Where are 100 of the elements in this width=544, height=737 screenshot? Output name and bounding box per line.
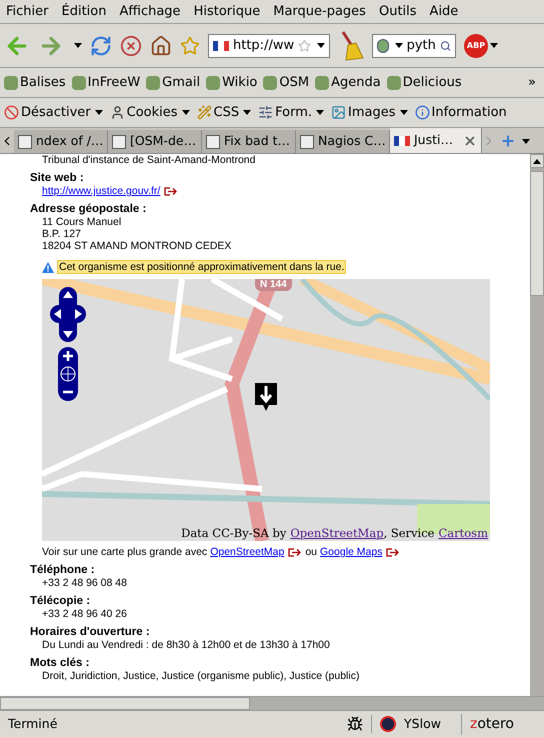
- gauge-icon: [380, 716, 396, 732]
- bug-icon[interactable]: [347, 716, 364, 732]
- vertical-scrollbar[interactable]: [530, 154, 544, 696]
- toolbar-icon: [331, 105, 346, 120]
- field-label: Horaires d'ouverture :: [30, 625, 151, 639]
- toolbar-icon: [414, 105, 430, 120]
- menu-item[interactable]: Marque-pages: [273, 2, 366, 22]
- attribution-link[interactable]: Cartosm: [438, 527, 488, 539]
- home-icon[interactable]: [150, 34, 172, 56]
- attribution-text: Data CC-By-SA by: [181, 527, 286, 539]
- bookmark-item[interactable]: InFreeW: [72, 72, 140, 92]
- bookmark-star-icon[interactable]: [180, 36, 200, 56]
- favicon-icon: [206, 134, 220, 148]
- toolbar-menu[interactable]: Désactiver: [4, 102, 103, 122]
- favicon-icon: [146, 76, 160, 90]
- address-line: B.P. 127: [41, 228, 82, 240]
- openstreetmap-link[interactable]: OpenStreetMap: [210, 546, 284, 558]
- star-icon[interactable]: [298, 38, 311, 52]
- caret-icon: [317, 43, 325, 48]
- zoom-control-icon[interactable]: [58, 347, 78, 401]
- toolbar-menu[interactable]: Images: [331, 102, 408, 122]
- menu-item[interactable]: Édition: [62, 2, 106, 22]
- status-text: Terminé: [7, 714, 58, 733]
- field-label: Adresse géopostale :: [30, 202, 148, 216]
- bookmark-item[interactable]: Agenda: [315, 72, 381, 92]
- browser-tab[interactable]: ndex of /…: [14, 130, 108, 153]
- close-tab-icon[interactable]: [463, 134, 477, 148]
- attribution-link[interactable]: OpenStreetMap: [290, 527, 384, 539]
- external-link-icon: [288, 548, 302, 556]
- google-maps-link[interactable]: Google Maps: [320, 546, 382, 558]
- caret-icon: [490, 43, 498, 48]
- page-text: ou: [305, 546, 318, 558]
- browser-tab[interactable]: Fix bad t…: [202, 130, 296, 153]
- browser-tab[interactable]: [OSM-de…: [108, 130, 202, 153]
- favicon-icon: [18, 134, 32, 148]
- page-text: Tribunal d'instance de Saint-Amand-Montrond: [41, 154, 256, 166]
- bookmark-item[interactable]: Wikio: [206, 72, 258, 92]
- stop-icon[interactable]: [120, 34, 142, 56]
- pan-control-icon[interactable]: [50, 287, 86, 342]
- menu-item[interactable]: Aide: [430, 2, 458, 22]
- horizontal-scrollbar[interactable]: [0, 696, 544, 710]
- caret-icon: [522, 138, 530, 144]
- reload-icon[interactable]: [90, 34, 112, 56]
- field-value: +33 2 48 96 40 26: [41, 608, 128, 620]
- search-icon[interactable]: [440, 38, 451, 52]
- flag-icon: [213, 40, 229, 50]
- caret-icon: [74, 43, 82, 48]
- scrollbar-thumb[interactable]: [530, 171, 544, 296]
- favicon-icon: [386, 76, 401, 90]
- field-label: Télécopie :: [30, 594, 92, 608]
- field-label: Téléphone :: [30, 563, 96, 577]
- toolbar-icon: [110, 105, 125, 120]
- scroll-up-button[interactable]: [530, 154, 544, 168]
- bookmark-item[interactable]: Delicious: [386, 72, 462, 92]
- overflow-chevron[interactable]: »: [528, 72, 540, 92]
- search-field[interactable]: pyth: [372, 34, 456, 58]
- toolbar-menu[interactable]: Information: [414, 102, 507, 122]
- menu-item[interactable]: Historique: [194, 2, 260, 22]
- favicon-icon: [315, 76, 330, 90]
- bookmark-item[interactable]: Balises: [4, 72, 66, 92]
- new-tab-icon[interactable]: [500, 132, 516, 148]
- field-label: Mots clés :: [30, 656, 90, 670]
- field-label: Site web :: [30, 171, 85, 185]
- road-shield: N 144: [255, 279, 292, 291]
- favicon-icon: [263, 76, 278, 90]
- zotero-button[interactable]: zotero: [460, 714, 522, 734]
- url-field[interactable]: http://ww: [208, 34, 330, 58]
- page-text: Voir sur une carte plus grande avec: [42, 546, 208, 558]
- toolbar-menu[interactable]: Form.: [258, 102, 324, 122]
- website-link[interactable]: http://www.justice.gouv.fr/: [42, 185, 160, 197]
- menu-item[interactable]: Outils: [378, 2, 417, 22]
- bookmark-item[interactable]: Gmail: [146, 72, 200, 92]
- flag-icon: [394, 136, 410, 146]
- browser-tab[interactable]: Nagios C…: [296, 130, 390, 153]
- toolbar-menu[interactable]: Cookies: [110, 102, 190, 122]
- location-marker-icon: [255, 383, 277, 411]
- address-line: 18204 ST AMAND MONTROND CEDEX: [41, 240, 232, 252]
- scrollbar-thumb[interactable]: [0, 697, 250, 710]
- menu-item[interactable]: Affichage: [119, 2, 181, 22]
- search-engine-icon[interactable]: [377, 38, 389, 52]
- menu-item[interactable]: Fichier: [6, 2, 48, 22]
- notice-text: Cet organisme est positionné approximativement dans la rue.: [57, 260, 346, 274]
- bookmark-item[interactable]: OSM: [263, 72, 310, 92]
- caret-icon: [394, 43, 403, 48]
- favicon-icon: [112, 134, 126, 148]
- field-value: +33 2 48 96 08 48: [41, 577, 128, 589]
- favicon-icon: [300, 134, 314, 148]
- external-link-icon: [164, 186, 178, 196]
- external-link-icon: [386, 548, 400, 556]
- yslow-button[interactable]: YSlow: [371, 714, 449, 734]
- attribution-text: , Service: [384, 527, 434, 539]
- warning-icon: [42, 262, 54, 272]
- address-line: 11 Cours Manuel: [41, 216, 122, 228]
- favicon-icon: [206, 76, 220, 90]
- browser-tab[interactable]: Justi…: [390, 128, 482, 153]
- favicon-icon: [72, 76, 86, 90]
- favicon-icon: [4, 76, 18, 90]
- toolbar-icon: [196, 105, 212, 120]
- toolbar-menu[interactable]: CSS: [196, 102, 252, 122]
- field-value: Du Lundi au Vendredi : de 8h30 à 12h00 et de 13h30 à 17h00: [41, 639, 331, 651]
